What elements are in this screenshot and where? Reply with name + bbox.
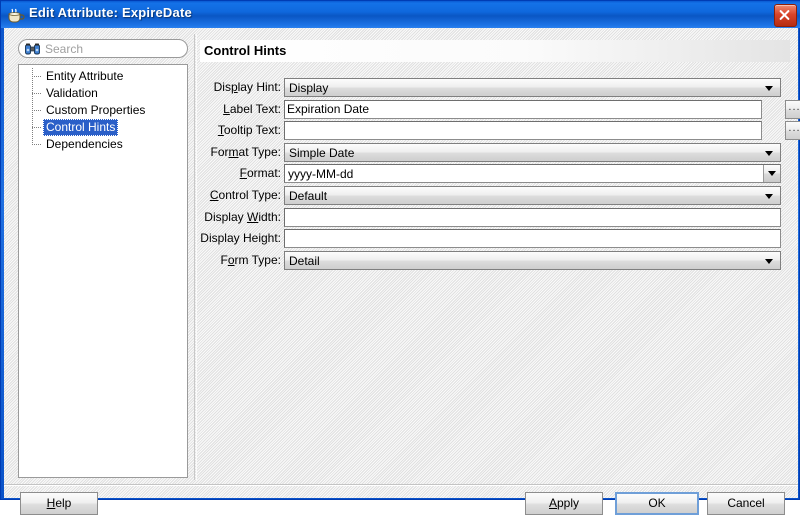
tree-branch-line [32,127,41,128]
format-type-dropdown[interactable]: Simple Date [284,142,781,162]
chevron-down-icon [765,258,773,264]
label-text-label: Label Text: [223,101,281,116]
form-type-dropdown[interactable]: Detail [284,250,781,270]
display-height-input[interactable] [284,229,781,249]
tree-branch-line [32,110,41,111]
form-row-control-type: Control Type: Default [200,186,800,205]
search-box[interactable] [18,39,188,58]
search-input[interactable] [45,40,183,57]
button-bar-separator-highlight [4,485,798,486]
help-button-label: Help [46,496,72,510]
display-hint-value: Display [289,81,329,95]
tree-item-validation[interactable]: Validation [19,85,187,102]
details-panel: Control Hints Display Hint: Display Label … [200,34,800,480]
format-value: yyyy-MM-dd [288,167,354,182]
form-row-format: Format: yyyy-MM-dd [200,164,800,184]
dialog-client-area: Entity Attribute Validation Custom Propert… [4,28,800,515]
chevron-down-icon [768,171,776,177]
title-bar: Edit Attribute: ExpireDate [1,1,800,28]
format-label: Format: [239,166,281,181]
coffee-cup-icon [8,8,25,23]
page-title: Control Hints [204,43,287,58]
tree-branch-line [32,93,41,94]
form-row-display-height: Display Height: [200,229,800,249]
tree-item-dependencies[interactable]: Dependencies [19,136,187,153]
tree-branch-line [32,144,41,145]
tooltip-text-browse-button[interactable]: ... [785,121,800,141]
help-button[interactable]: Help [20,492,98,515]
tree-item-control-hints[interactable]: Control Hints [19,119,187,136]
form-row-display-width: Display Width: [200,207,800,227]
form-row-form-type: Form Type: Detail [200,250,800,270]
tooltip-text-label: Tooltip Text: [217,123,281,138]
form-row-display-hint: Display Hint: Display [200,78,800,97]
chevron-down-icon [765,86,773,91]
tooltip-text-input[interactable] [284,121,762,141]
tree-item-label: Validation [46,86,98,100]
label-text-input[interactable] [284,99,762,119]
format-type-value: Simple Date [289,145,355,160]
display-hint-label: Display Hint: [213,80,281,94]
tree-item-label: Dependencies [46,137,123,151]
section-header: Control Hints [200,40,790,62]
cancel-button[interactable]: Cancel [707,492,785,515]
control-type-dropdown[interactable]: Default [284,186,781,205]
apply-button-label: Apply [548,496,580,510]
form-type-value: Detail [289,253,320,268]
chevron-down-icon [765,150,773,156]
cancel-button-label: Cancel [727,496,765,510]
navigation-tree[interactable]: Entity Attribute Validation Custom Propert… [18,64,188,478]
panel-splitter[interactable] [194,34,197,480]
ok-button[interactable]: OK [615,492,699,515]
display-width-label: Display Width: [204,209,281,224]
tree-item-label: Control Hints [43,119,119,136]
binoculars-icon [25,43,40,55]
control-type-label: Control Type: [209,188,281,202]
apply-button[interactable]: Apply [525,492,603,515]
window-title: Edit Attribute: ExpireDate [29,5,192,20]
control-type-value: Default [289,189,328,203]
display-hint-dropdown[interactable]: Display [284,78,781,97]
tree-item-custom-properties[interactable]: Custom Properties [19,102,187,119]
form-row-tooltip-text: Tooltip Text:... [200,121,800,141]
tree-item-label: Custom Properties [46,103,146,117]
close-icon[interactable] [774,4,797,27]
tree-item-label: Entity Attribute [46,69,124,83]
tree-branch-line [32,76,41,77]
dialog-window: Edit Attribute: ExpireDate Entity Attrib… [0,0,800,515]
form-row-label-text: Label Text:... [200,99,800,119]
ok-button-label: OK [648,496,666,510]
form-type-label: Form Type: [220,252,282,267]
format-type-label: Format Type: [210,144,281,159]
form-row-format-type: Format Type: Simple Date [200,142,800,162]
chevron-down-icon [765,194,773,199]
label-text-browse-button[interactable]: ... [785,99,800,119]
tree-item-entity-attribute[interactable]: Entity Attribute [19,68,187,85]
format-dropdown-button[interactable] [763,165,780,183]
display-width-input[interactable] [284,207,781,227]
display-height-label: Display Height: [200,231,281,246]
format-editable-combo[interactable]: yyyy-MM-dd [284,164,781,184]
